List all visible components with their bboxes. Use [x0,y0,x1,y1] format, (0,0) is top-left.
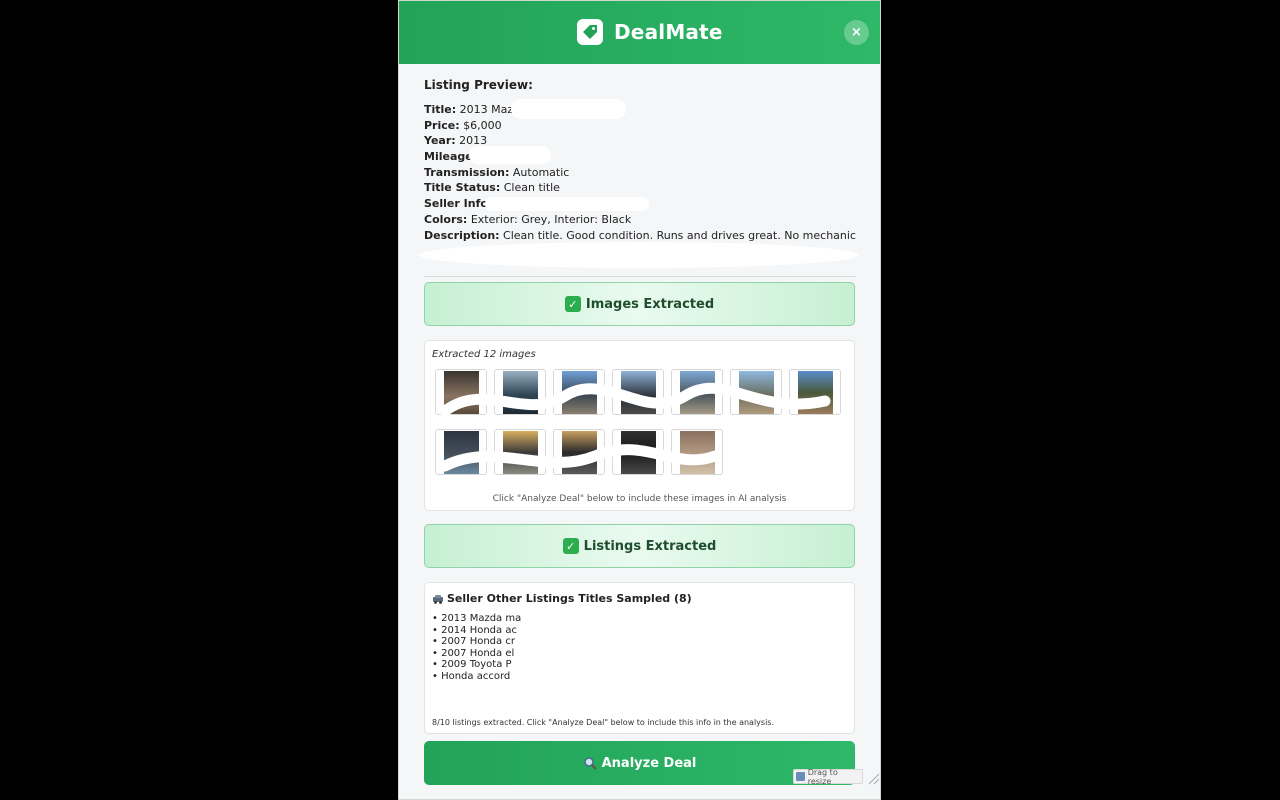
field-value: Automatic [512,165,570,179]
car-icon [433,594,443,604]
field-label: Seller Info: [424,197,493,211]
list-item: • 2014 Honda ac [432,624,517,636]
images-extracted-label: Images Extracted [585,296,715,312]
list-item: • 2007 Honda cr [432,636,515,648]
redaction-mark [485,197,649,211]
listings-extracted-banner: ✓ Listings Extracted [424,524,855,568]
analyze-deal-label: Analyze Deal [601,755,697,771]
field-transmission: Transmission: Automatic [424,165,856,181]
redaction-mark [511,99,626,119]
dealmate-panel: DealMate × Listing Preview: Title: 2013 … [398,0,881,800]
listing-preview-heading: Listing Preview: [424,78,533,92]
list-item: • 2009 Toyota P [432,659,512,671]
list-item: • 2013 Mazda ma [432,613,522,624]
seller-listings-list: • 2013 Mazda ma • 2014 Honda ac • 2007 H… [432,613,521,683]
redaction-scribble [439,382,831,472]
field-value: Exterior: Grey, Interior: Black [470,212,632,226]
seller-listings-title-text: Seller Other Listings Titles Sampled (8) [447,592,692,605]
resize-grip-icon[interactable] [866,771,880,785]
list-item: • Honda accord [432,670,511,682]
field-label: Year: [424,134,456,148]
field-label: Title Status: [424,181,501,195]
listings-extracted-label: Listings Extracted [583,538,717,554]
tag-logo-icon [577,19,603,45]
close-button[interactable]: × [844,20,869,45]
field-value: $6,000 [463,118,502,132]
checkmark-icon: ✓ [564,296,581,312]
checkmark-icon: ✓ [562,538,579,554]
field-label: Colors: [424,212,468,226]
resize-hint-label: Drag to resize [807,767,838,786]
field-label: Price: [424,118,460,132]
listings-analysis-note: 8/10 listings extracted. Click "Analyze … [432,718,775,727]
resize-icon [796,772,805,781]
redaction-mark [419,242,859,268]
magnifier-icon [583,757,597,770]
seller-listings-card: Seller Other Listings Titles Sampled (8)… [424,582,855,734]
panel-header: DealMate × [399,1,880,64]
field-value: Clean title. Good condition. Runs and dr… [503,228,856,242]
field-label: Title: [424,103,457,116]
field-price: Price: $6,000 [424,118,856,134]
analyze-deal-button[interactable]: Analyze Deal [424,741,855,785]
field-label: Description: [424,228,500,242]
divider [424,276,856,277]
images-extracted-banner: ✓ Images Extracted [424,282,855,326]
redaction-mark [469,146,551,164]
field-value: Clean title [503,181,560,195]
brand-title: DealMate [614,20,723,44]
field-description: Description: Clean title. Good condition… [424,228,856,244]
resize-hint: Drag to resize [793,767,863,786]
images-analysis-note: Click "Analyze Deal" below to include th… [492,494,787,504]
list-item: • 2007 Honda el [432,647,515,659]
extracted-images-card: Extracted 12 images Click "Analyze Deal"… [424,340,855,511]
seller-listings-title: Seller Other Listings Titles Sampled (8) [432,592,692,605]
field-title: Title: 2013 Mazda [424,102,856,118]
field-label: Transmission: [424,165,510,179]
field-colors: Colors: Exterior: Grey, Interior: Black [424,212,856,228]
field-title-status: Title Status: Clean title [424,180,856,196]
